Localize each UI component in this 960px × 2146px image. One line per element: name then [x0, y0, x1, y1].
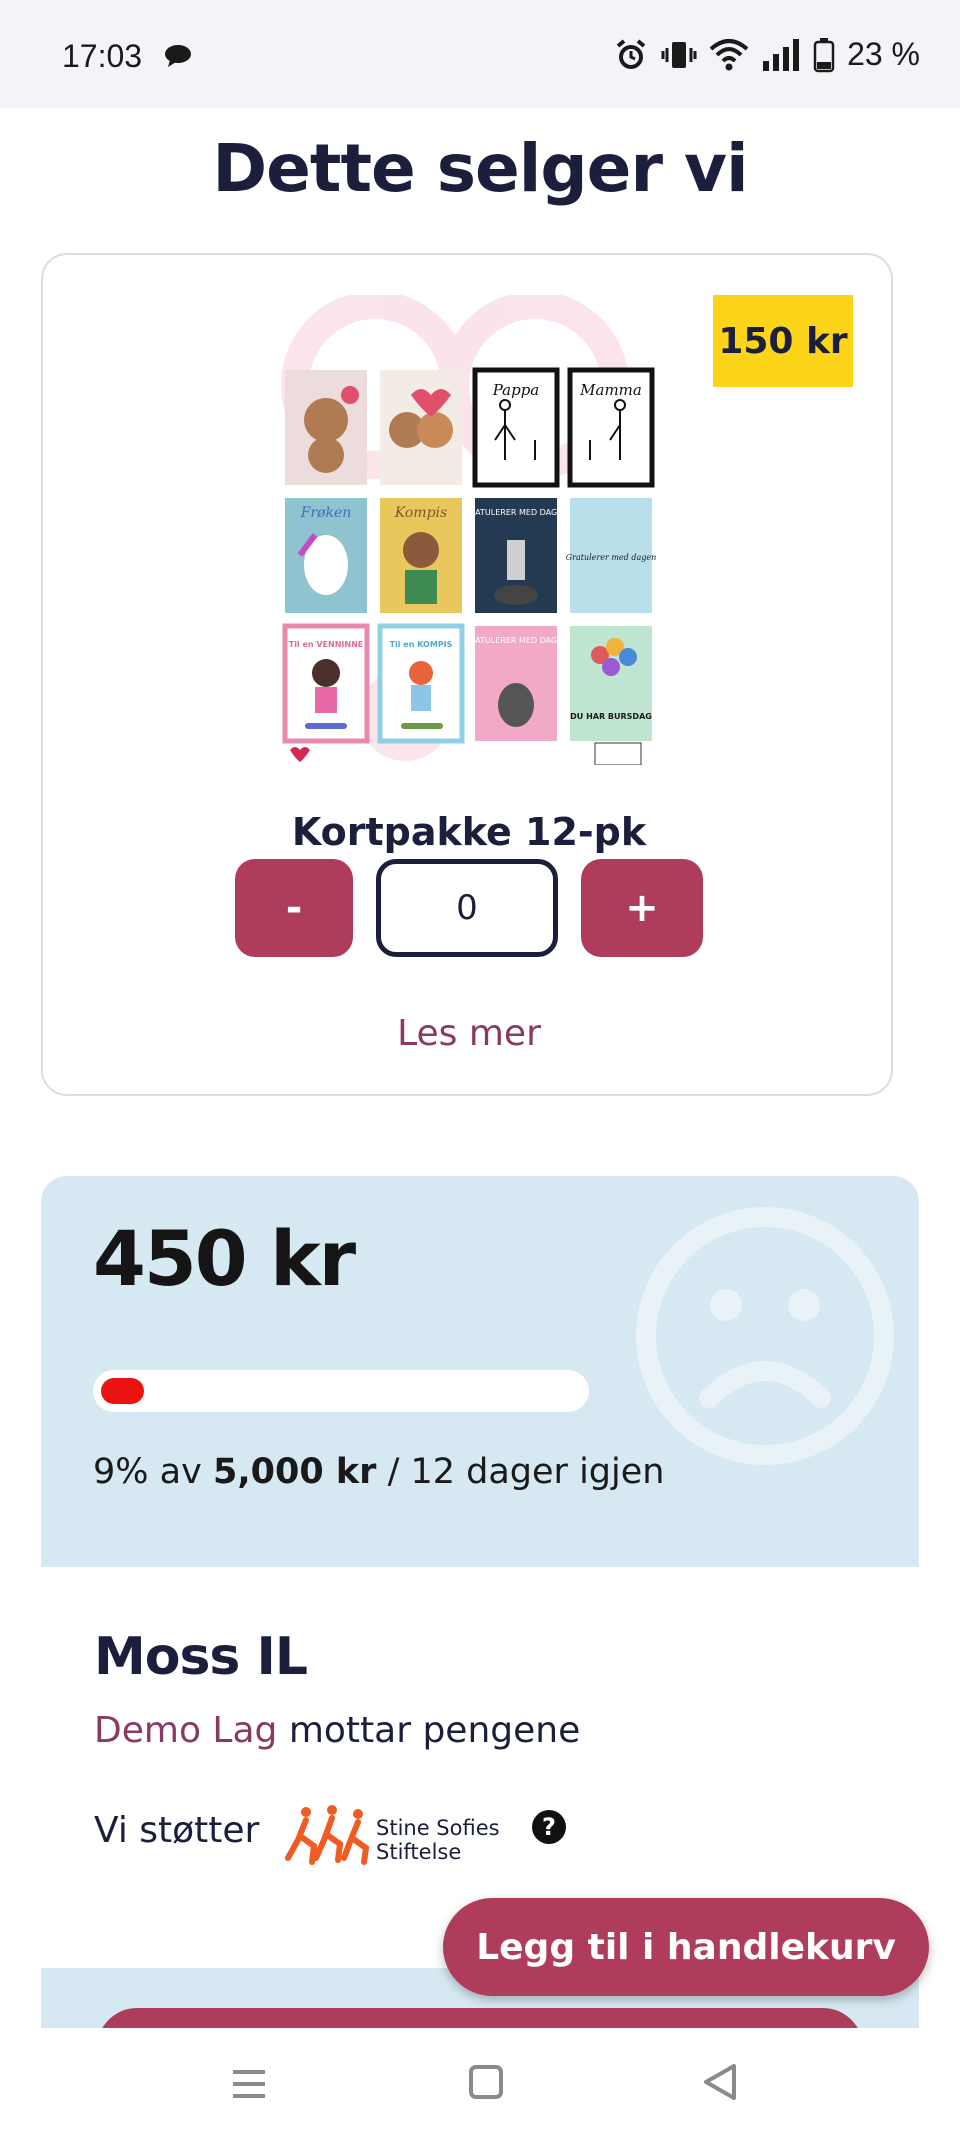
charity-name-line2: Stiftelse [376, 1840, 462, 1864]
product-card: 150 kr Pappa Mamma Frøken Kompis GRATULE… [41, 253, 893, 1096]
battery-icon [813, 37, 835, 72]
progress-goal: 5,000 kr [212, 1452, 377, 1492]
card-venninne: Til en VENNINNE [282, 623, 370, 744]
product-name: Kortpakke 12-pk [291, 810, 647, 854]
card-text-bursdag: DU HAR BURSDAG [570, 712, 652, 721]
card-text-pappa: Pappa [492, 381, 540, 399]
card-kompis: Kompis [380, 498, 462, 613]
card-text-kompis-2: Til en KOMPIS [390, 640, 453, 649]
increase-quantity-button[interactable]: + [581, 859, 703, 957]
recipient-suffix: mottar pengene [277, 1710, 581, 1751]
card-text-kompis: Kompis [394, 505, 447, 521]
chat-bubble-icon [165, 45, 191, 67]
product-image[interactable]: Pappa Mamma Frøken Kompis GRATULERER MED… [235, 295, 705, 765]
progress-of-label: av [159, 1452, 202, 1492]
back-icon[interactable] [700, 2062, 740, 2102]
card-kompis-2: Til en KOMPIS [377, 623, 465, 744]
vibrate-icon [661, 41, 697, 68]
recipient-team-link[interactable]: Demo Lag [94, 1710, 277, 1751]
supports-row: Vi støtter Stine Sofies Stiftelse ? [94, 1800, 694, 1870]
card-text-gratulerer-3: GRATULERER MED DAGEN [464, 636, 569, 645]
sad-face-icon [636, 1207, 894, 1465]
trykt-i-norge-logo [594, 742, 642, 765]
wifi-icon [709, 38, 749, 70]
card-bear-1 [285, 370, 367, 485]
signal-icon [763, 38, 800, 71]
organisation-name: Moss IL [94, 1627, 308, 1687]
help-icon[interactable]: ? [532, 1810, 566, 1844]
quantity-input[interactable] [376, 859, 558, 957]
charity-figures-icon [285, 1805, 370, 1865]
card-gratulerer-2: Gratulerer med dagen [566, 498, 656, 613]
battery-percent: 23 % [847, 36, 920, 72]
quantity-stepper: - + [235, 859, 705, 961]
card-mamma: Mamma [567, 367, 655, 488]
card-bears-heart [380, 370, 462, 485]
progress-summary: 9% av 5,000 kr / 12 dager igjen [93, 1452, 664, 1492]
progress-bar [93, 1370, 589, 1412]
card-text-mamma: Mamma [579, 381, 642, 399]
system-navigation-bar [0, 2028, 960, 2146]
lower-action-button[interactable] [97, 2008, 863, 2028]
status-bar: 17:03 23 % [0, 0, 960, 108]
charity-logo: Stine Sofies Stiftelse [284, 1800, 514, 1868]
progress-bar-fill [101, 1378, 144, 1404]
card-pappa: Pappa [472, 367, 560, 488]
progress-percent: 9% [93, 1452, 149, 1492]
progress-days-left: / 12 dager igjen [387, 1452, 665, 1492]
card-bursdag: DU HAR BURSDAG [570, 626, 652, 741]
supports-label: Vi støtter [94, 1810, 260, 1851]
decrease-quantity-button[interactable]: - [235, 859, 353, 957]
charity-name: Stine Sofies Stiftelse [376, 1816, 500, 1864]
home-icon[interactable] [468, 2064, 504, 2100]
page-title: Dette selger vi [212, 130, 748, 207]
status-icons: 23 % [613, 36, 920, 73]
price-badge: 150 kr [713, 295, 853, 387]
status-time: 17:03 [62, 38, 143, 74]
card-gratulerer-3: GRATULERER MED DAGEN [464, 626, 569, 741]
card-text-froken: Frøken [300, 505, 352, 521]
fundraising-progress-panel: 450 kr 9% av 5,000 kr / 12 dager igjen [41, 1176, 919, 1567]
raised-amount: 450 kr [93, 1214, 356, 1303]
card-text-gratulerer-1: GRATULERER MED DAGEN [464, 508, 569, 517]
charity-name-line1: Stine Sofies [376, 1816, 500, 1840]
add-to-cart-button[interactable]: Legg til i handlekurv [443, 1898, 929, 1996]
card-text-venninne: Til en VENNINNE [289, 640, 364, 649]
alarm-icon [616, 38, 646, 69]
card-gratulerer-1: GRATULERER MED DAGEN [464, 498, 569, 613]
card-text-gratulerer-2: Gratulerer med dagen [566, 553, 656, 562]
card-froken: Frøken [285, 498, 367, 613]
recipient-line: Demo Lag mottar pengene [94, 1710, 580, 1751]
recent-apps-icon[interactable] [230, 2066, 268, 2102]
read-more-link[interactable]: Les mer [43, 1013, 895, 1054]
